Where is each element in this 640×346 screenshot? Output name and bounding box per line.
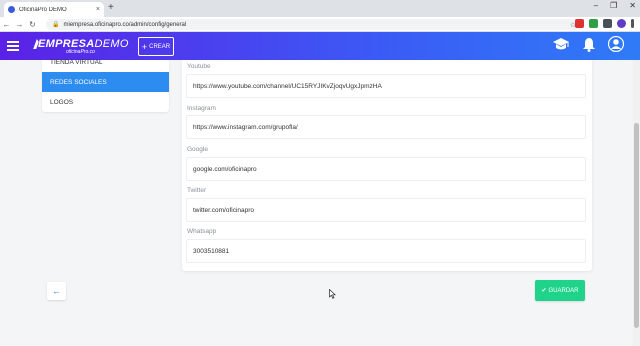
google-label: Google [187,146,208,153]
instagram-field[interactable] [186,115,586,139]
sidebar-item-tienda-virtual[interactable]: TIENDA VIRTUAL [42,59,169,68]
header-icons [552,36,624,52]
create-button[interactable]: + CREAR [138,37,174,56]
create-button-label: CREAR [149,43,171,50]
profile-avatar-icon[interactable] [617,19,626,28]
new-tab-button[interactable]: + [108,2,114,13]
whatsapp-label: Whatsapp [187,228,217,235]
address-bar[interactable]: 🔒 miempresa.oficinapro.co/admin/config/g… [46,19,582,30]
forward-nav-icon[interactable]: → [13,20,26,29]
tab-title: OficinaPro DEMO [19,6,67,13]
arrow-left-icon: ← [52,286,61,296]
twitter-field[interactable] [186,198,586,222]
lock-icon: 🔒 [52,22,60,28]
logo-text-light: DEMO [94,38,129,50]
back-nav-icon[interactable]: ← [0,20,13,29]
save-button-label: GUARDAR [548,287,579,294]
check-icon: ✔ [541,288,547,294]
window-controls: – ❐ ✕ [594,1,636,10]
page-scrollbar-thumb[interactable] [634,123,639,328]
sidebar-item-label: TIENDA VIRTUAL [50,59,103,66]
youtube-label: Youtube [187,63,211,70]
browser-menu-icon[interactable] [631,19,634,28]
extensions-area [575,19,634,28]
browser-toolbar: ← → ↻ 🔒 miempresa.oficinapro.co/admin/co… [0,17,640,32]
minimize-button[interactable]: – [594,1,598,10]
save-button[interactable]: ✔ GUARDAR [535,280,585,301]
extension-green-icon[interactable] [589,19,598,28]
youtube-field[interactable] [186,74,586,98]
browser-tab-strip: OficinaPro DEMO × + – ❐ ✕ [0,0,640,17]
close-tab-icon[interactable]: × [96,6,100,13]
social-networks-form: Youtube Instagram Google Twitter Whatsap… [182,60,592,271]
mouse-cursor-icon [329,289,336,299]
favicon-icon [8,6,15,13]
google-field[interactable] [186,157,586,181]
sidebar-item-label: REDES SOCIALES [50,78,107,86]
sidebar-item-redes-sociales[interactable]: REDES SOCIALES [42,72,169,92]
extension-red-icon[interactable] [575,19,584,28]
reload-icon[interactable]: ↻ [26,20,39,29]
settings-side-menu: TIENDA VIRTUAL REDES SOCIALES LOGOS [42,59,169,112]
graduation-cap-icon[interactable] [552,37,570,51]
sidebar-item-logos[interactable]: LOGOS [42,92,169,112]
twitter-label: Twitter [187,187,207,194]
back-button[interactable]: ← [47,282,66,300]
plus-icon: + [141,41,148,52]
browser-tab[interactable]: OficinaPro DEMO × [4,2,104,17]
instagram-label: Instagram [187,105,216,112]
extensions-puzzle-icon[interactable] [603,19,612,28]
maximize-button[interactable]: ❐ [610,1,617,10]
window-close-button[interactable]: ✕ [629,1,636,10]
user-account-icon[interactable] [608,36,624,52]
whatsapp-field[interactable] [186,239,586,263]
app-header: EMPRESADEMO oficinaPro.co [0,32,640,60]
address-url: miempresa.oficinapro.co/admin/config/gen… [63,21,187,28]
sidebar-item-label: LOGOS [50,98,74,106]
bell-icon[interactable] [582,37,596,52]
company-logo[interactable]: EMPRESADEMO oficinaPro.co [33,38,129,55]
hamburger-menu-icon[interactable] [7,41,19,51]
